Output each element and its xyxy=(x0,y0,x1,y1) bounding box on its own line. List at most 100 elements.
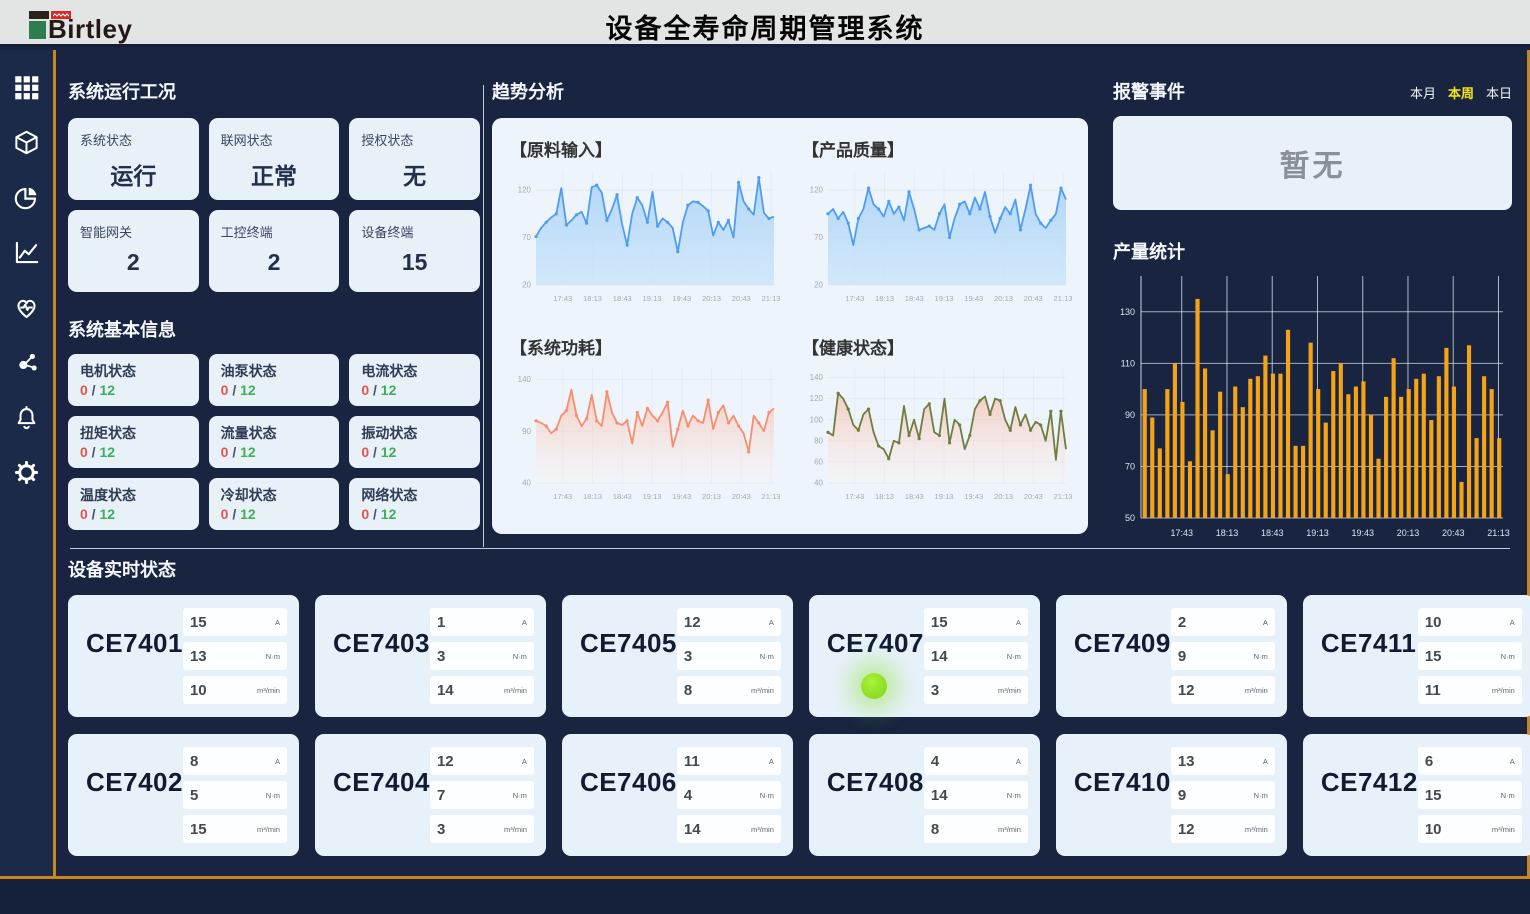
device-value: 15 xyxy=(190,614,207,631)
device-card-ce7402[interactable]: CE7402 8 A 5 N·m 15 m³/min xyxy=(68,734,299,856)
info-count-separator: / xyxy=(369,506,381,522)
svg-text:21:13: 21:13 xyxy=(762,294,780,303)
device-values-column: 8 A 5 N·m 15 m³/min xyxy=(183,747,287,846)
production-bar xyxy=(1278,374,1282,518)
apps-grid-icon[interactable] xyxy=(12,72,42,102)
device-name: CE7403 xyxy=(333,628,430,707)
device-values-column: 15 A 14 N·m 3 m³/min xyxy=(924,608,1028,707)
device-card-ce7410[interactable]: CE7410 13 A 9 N·m 12 m³/min xyxy=(1056,734,1287,856)
alarm-tab[interactable]: 本月 xyxy=(1410,83,1436,102)
device-value: 6 xyxy=(1425,753,1433,770)
device-value: 12 xyxy=(1178,682,1195,699)
svg-text:18:43: 18:43 xyxy=(905,492,924,501)
production-bar xyxy=(1233,387,1237,518)
device-value-row: 1 A xyxy=(430,608,534,636)
settings-icon[interactable] xyxy=(12,457,42,487)
run-status-card: 系统状态 运行 xyxy=(68,118,199,200)
svg-text:70: 70 xyxy=(522,233,531,242)
device-unit: m³/min xyxy=(1245,825,1268,834)
line-chart-icon[interactable] xyxy=(12,237,42,267)
footer-bar xyxy=(0,879,1530,914)
alarm-tab[interactable]: 本周 xyxy=(1448,83,1474,102)
device-values-column: 12 A 7 N·m 3 m³/min xyxy=(430,747,534,846)
device-card-ce7407[interactable]: CE7407 15 A 14 N·m 3 m³/min xyxy=(809,595,1040,717)
device-value: 8 xyxy=(931,821,939,838)
health-status-chart: 14012010080604017:4318:1318:4319:1319:43… xyxy=(802,361,1072,519)
info-count-separator: / xyxy=(369,444,381,460)
production-bar xyxy=(1459,482,1463,518)
svg-text:20:43: 20:43 xyxy=(732,294,751,303)
device-card-ce7408[interactable]: CE7408 4 A 14 N·m 8 m³/min xyxy=(809,734,1040,856)
production-bar-chart: 13011090705017:4318:1318:4319:1319:4320:… xyxy=(1113,270,1512,554)
info-card-count: 0 / 12 xyxy=(80,444,187,460)
device-value: 4 xyxy=(684,787,692,804)
svg-text:70: 70 xyxy=(1125,461,1135,471)
cube-icon[interactable] xyxy=(12,127,42,157)
production-bar xyxy=(1180,402,1184,518)
svg-text:18:13: 18:13 xyxy=(583,492,602,501)
health-monitor-icon[interactable] xyxy=(12,292,42,322)
info-count-total: 12 xyxy=(99,506,115,522)
info-card-count: 0 / 12 xyxy=(221,506,328,522)
device-name: CE7408 xyxy=(827,767,924,846)
device-card-ce7409[interactable]: CE7409 2 A 9 N·m 12 m³/min xyxy=(1056,595,1287,717)
pie-chart-icon[interactable] xyxy=(12,182,42,212)
device-value-row: 2 A xyxy=(1171,608,1275,636)
svg-text:19:13: 19:13 xyxy=(643,294,662,303)
production-bar xyxy=(1293,446,1297,518)
device-value-row: 8 m³/min xyxy=(924,815,1028,843)
device-value: 8 xyxy=(684,682,692,699)
device-value-row: 3 m³/min xyxy=(430,815,534,843)
svg-text:130: 130 xyxy=(1120,307,1135,317)
info-card-label: 电机状态 xyxy=(80,361,187,381)
device-unit: A xyxy=(769,618,774,627)
info-card-count: 0 / 12 xyxy=(221,382,328,398)
device-name: CE7406 xyxy=(580,767,677,846)
device-card-ce7405[interactable]: CE7405 12 A 3 N·m 8 m³/min xyxy=(562,595,793,717)
info-count-total: 12 xyxy=(240,382,256,398)
svg-text:18:13: 18:13 xyxy=(583,294,602,303)
production-bar xyxy=(1271,374,1275,518)
svg-text:21:13: 21:13 xyxy=(1054,294,1072,303)
info-count-separator: / xyxy=(228,444,240,460)
network-icon[interactable] xyxy=(12,347,42,377)
device-value: 7 xyxy=(437,787,445,804)
device-value: 10 xyxy=(1425,614,1442,631)
svg-text:17:43: 17:43 xyxy=(845,294,864,303)
device-card-ce7404[interactable]: CE7404 12 A 7 N·m 3 m³/min xyxy=(315,734,546,856)
production-bar xyxy=(1211,430,1215,518)
trend-chart-card: 【原料输入】120702017:4318:1318:4319:1319:4320… xyxy=(492,118,1088,534)
device-grid: CE7401 15 A 13 N·m 10 m³/minCE7403 1 A 3… xyxy=(68,595,1514,856)
device-card-ce7403[interactable]: CE7403 1 A 3 N·m 14 m³/min xyxy=(315,595,546,717)
run-card-label: 系统状态 xyxy=(80,130,187,149)
production-bar xyxy=(1248,379,1252,518)
production-bar xyxy=(1203,368,1207,518)
production-bar xyxy=(1474,438,1478,518)
run-card-label: 设备终端 xyxy=(361,222,468,241)
svg-text:70: 70 xyxy=(814,233,823,242)
production-bar xyxy=(1490,389,1494,518)
bell-icon[interactable] xyxy=(12,402,42,432)
device-values-column: 15 A 13 N·m 10 m³/min xyxy=(183,608,287,707)
device-card-ce7411[interactable]: CE7411 10 A 15 N·m 11 m³/min xyxy=(1303,595,1530,717)
device-name: CE7401 xyxy=(86,628,183,707)
alarm-tab[interactable]: 本日 xyxy=(1486,83,1512,102)
svg-text:21:13: 21:13 xyxy=(762,492,780,501)
svg-text:19:13: 19:13 xyxy=(643,492,662,501)
app-header: Birtley 设备全寿命周期管理系统 xyxy=(0,0,1530,47)
device-card-ce7401[interactable]: CE7401 15 A 13 N·m 10 m³/min xyxy=(68,595,299,717)
device-value: 14 xyxy=(931,648,948,665)
production-bar xyxy=(1150,417,1154,518)
device-values-column: 11 A 4 N·m 14 m³/min xyxy=(677,747,781,846)
production-bar xyxy=(1331,371,1335,518)
alarm-tabs: 本月本周本日 xyxy=(1410,83,1512,102)
device-name: CE7412 xyxy=(1321,767,1418,846)
device-card-ce7412[interactable]: CE7412 6 A 15 N·m 10 m³/min xyxy=(1303,734,1530,856)
device-values-column: 13 A 9 N·m 12 m³/min xyxy=(1171,747,1275,846)
svg-text:20:43: 20:43 xyxy=(1442,528,1465,538)
device-card-ce7406[interactable]: CE7406 11 A 4 N·m 14 m³/min xyxy=(562,734,793,856)
info-card-count: 0 / 12 xyxy=(361,506,468,522)
power-consumption-chart: 140904017:4318:1318:4319:1319:4320:1320:… xyxy=(510,361,780,519)
device-value-row: 5 N·m xyxy=(183,781,287,809)
device-value-row: 4 N·m xyxy=(677,781,781,809)
